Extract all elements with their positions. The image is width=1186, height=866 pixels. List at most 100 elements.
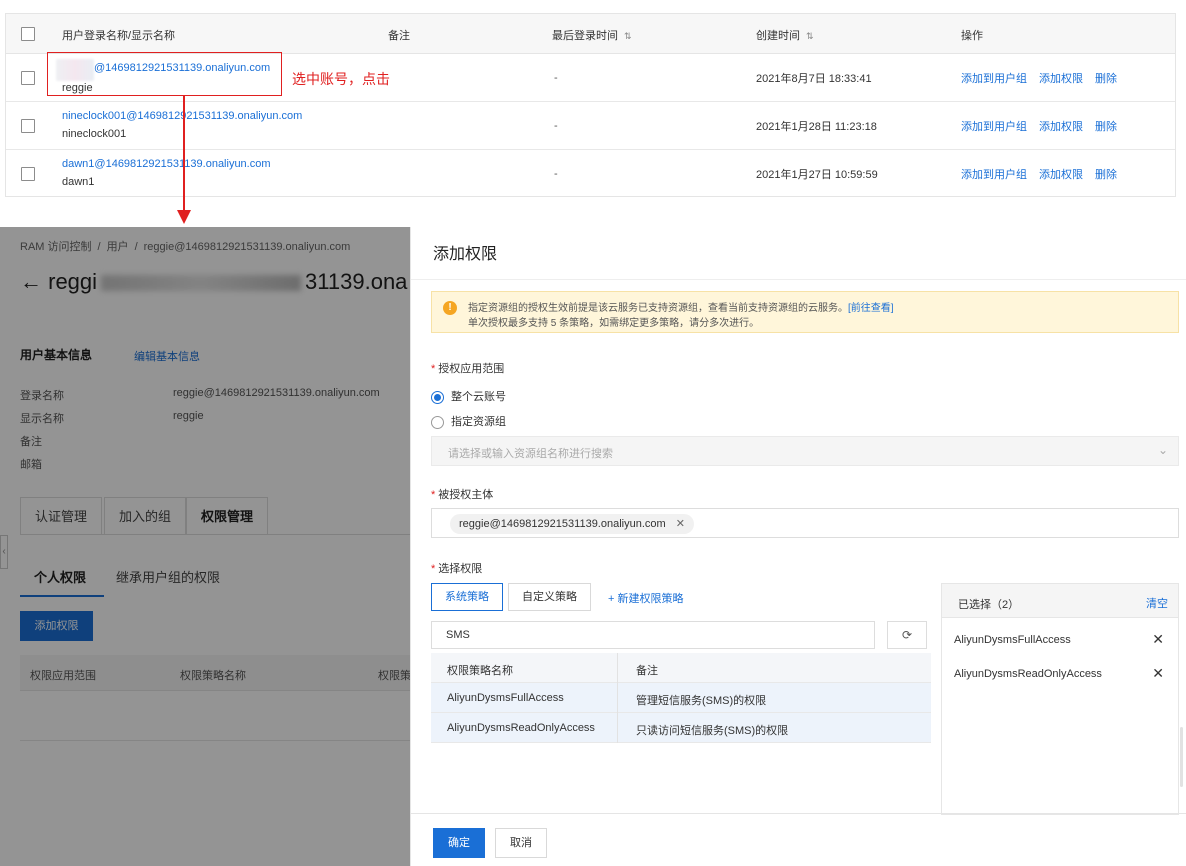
add-to-group-link[interactable]: 添加到用户组 [961, 73, 1027, 85]
remove-icon[interactable]: ✕ [1152, 631, 1164, 648]
users-table: 用户登录名称/显示名称 备注 最后登录时间 ⇅ 创建时间 ⇅ 操作 @1469812… [5, 13, 1176, 197]
created-value: 2021年1月27日 10:59:59 [756, 169, 878, 181]
row-checkbox[interactable] [21, 71, 35, 85]
notice-banner: ! 指定资源组的授权生效前提是该云服务已支持资源组，查看当前支持资源组的云服务。… [431, 291, 1179, 333]
principal-label: * 被授权主体 [431, 486, 493, 502]
remove-tag-icon[interactable]: ✕ [676, 518, 685, 530]
col-header-created[interactable]: 创建时间 ⇅ [756, 27, 814, 43]
highlight-box [47, 52, 282, 96]
remove-icon[interactable]: ✕ [1152, 665, 1164, 682]
last-login-value: - [554, 120, 558, 132]
policy-search-value: SMS [446, 629, 470, 641]
annotation-arrow-line [183, 96, 185, 212]
last-login-value: - [554, 168, 558, 180]
user-display-name: nineclock001 [62, 128, 127, 140]
scope-option-account[interactable]: 整个云账号 [431, 388, 506, 404]
scope-label-text: 授权应用范围 [438, 363, 505, 375]
radio-icon[interactable] [431, 415, 444, 429]
table-row: nineclock001@1469812921531139.onaliyun.c… [6, 102, 1175, 150]
scope-label: * 授权应用范围 [431, 360, 504, 376]
required-mark-icon: * [431, 489, 436, 501]
column-divider [617, 653, 618, 683]
divider [411, 279, 1186, 280]
created-value: 2021年1月28日 11:23:18 [756, 121, 877, 133]
row-checkbox[interactable] [21, 119, 35, 133]
required-mark-icon: * [431, 563, 436, 575]
policy-label-text: 选择权限 [438, 563, 483, 575]
modal-overlay[interactable] [0, 227, 410, 866]
chevron-down-icon: ⌄ [1157, 443, 1168, 457]
policy-row[interactable]: AliyunDysmsReadOnlyAccess 只读访问短信服务(SMS)的… [431, 713, 931, 743]
policy-name: AliyunDysmsFullAccess [447, 692, 564, 704]
refresh-icon[interactable]: ⟳ [887, 621, 927, 649]
divider [411, 813, 1186, 814]
notice-link[interactable]: [前往查看] [848, 303, 894, 314]
sort-icon[interactable]: ⇅ [806, 31, 814, 41]
tab-custom-policy[interactable]: 自定义策略 [508, 583, 591, 611]
policy-label: * 选择权限 [431, 560, 482, 576]
user-login-link[interactable]: dawn1@1469812921531139.onaliyun.com [62, 158, 271, 170]
scope-option-label: 整个云账号 [451, 391, 506, 403]
user-display-name: dawn1 [62, 176, 95, 188]
delete-link[interactable]: 删除 [1095, 169, 1117, 181]
principal-tag-text: reggie@1469812921531139.onaliyun.com [459, 518, 666, 530]
policy-note: 只读访问短信服务(SMS)的权限 [636, 725, 789, 737]
selected-count-title: 已选择（2） [958, 599, 1020, 611]
tab-system-policy[interactable]: 系统策略 [431, 583, 503, 611]
drawer-title: 添加权限 [433, 246, 498, 263]
delete-link[interactable]: 删除 [1095, 73, 1117, 85]
annotation-arrow-icon [177, 210, 191, 224]
add-to-group-link[interactable]: 添加到用户组 [961, 169, 1027, 181]
scrollbar[interactable] [1180, 727, 1183, 787]
column-divider [617, 713, 618, 743]
radio-selected-icon[interactable] [431, 390, 444, 404]
required-mark-icon: * [431, 363, 436, 375]
column-divider [617, 683, 618, 713]
principal-tag: reggie@1469812921531139.onaliyun.com ✕ [450, 514, 694, 534]
resource-group-select[interactable]: 请选择或输入资源组名称进行搜索 ⌄ [431, 436, 1179, 466]
table-row: dawn1@1469812921531139.onaliyun.com dawn… [6, 150, 1175, 198]
notice-text: 指定资源组的授权生效前提是该云服务已支持资源组，查看当前支持资源组的云服务。 [468, 303, 848, 314]
row-checkbox[interactable] [21, 167, 35, 181]
policy-row[interactable]: AliyunDysmsFullAccess 管理短信服务(SMS)的权限 [431, 683, 931, 713]
principal-field[interactable]: reggie@1469812921531139.onaliyun.com ✕ [431, 508, 1179, 538]
col-header-last-login-label: 最后登录时间 [552, 30, 618, 42]
policy-table-header: 权限策略名称 备注 [431, 653, 931, 683]
new-policy-link[interactable]: + 新建权限策略 [608, 590, 683, 606]
scope-option-resource-group[interactable]: 指定资源组 [431, 413, 506, 429]
clear-selection-link[interactable]: 清空 [1146, 595, 1168, 611]
select-all-checkbox[interactable] [21, 27, 35, 41]
policy-name: AliyunDysmsReadOnlyAccess [447, 722, 595, 734]
warning-icon: ! [443, 301, 457, 315]
notice-line-1: 指定资源组的授权生效前提是该云服务已支持资源组，查看当前支持资源组的云服务。[前… [468, 299, 894, 314]
col-header: 备注 [636, 665, 658, 677]
last-login-value: - [554, 72, 558, 84]
add-permission-drawer: 添加权限 ! 指定资源组的授权生效前提是该云服务已支持资源组，查看当前支持资源组… [410, 227, 1186, 866]
annotation-note: 选中账号，点击 [292, 71, 390, 87]
confirm-button[interactable]: 确定 [433, 828, 485, 858]
delete-link[interactable]: 删除 [1095, 121, 1117, 133]
created-value: 2021年8月7日 18:33:41 [756, 73, 872, 85]
row-actions: 添加到用户组 添加权限 删除 [961, 70, 1129, 86]
policy-search-input[interactable]: SMS [431, 621, 875, 649]
selected-policy-item: AliyunDysmsFullAccess [954, 634, 1071, 646]
policy-note: 管理短信服务(SMS)的权限 [636, 695, 767, 707]
add-permission-link[interactable]: 添加权限 [1039, 121, 1083, 133]
add-permission-link[interactable]: 添加权限 [1039, 169, 1083, 181]
add-to-group-link[interactable]: 添加到用户组 [961, 121, 1027, 133]
selected-panel-header: 已选择（2） 清空 [942, 584, 1178, 618]
selected-policy-item: AliyunDysmsReadOnlyAccess [954, 668, 1102, 680]
sort-icon[interactable]: ⇅ [624, 31, 632, 41]
col-header-last-login[interactable]: 最后登录时间 ⇅ [552, 27, 632, 43]
col-header-actions: 操作 [961, 30, 983, 42]
scope-option-label: 指定资源组 [451, 416, 506, 428]
col-header: 权限策略名称 [447, 665, 513, 677]
row-actions: 添加到用户组 添加权限 删除 [961, 118, 1129, 134]
selected-policies-panel: 已选择（2） 清空 AliyunDysmsFullAccess ✕ Aliyun… [941, 583, 1179, 815]
row-actions: 添加到用户组 添加权限 删除 [961, 166, 1129, 182]
col-header-name: 用户登录名称/显示名称 [62, 30, 176, 42]
resource-group-placeholder: 请选择或输入资源组名称进行搜索 [448, 448, 613, 460]
cancel-button[interactable]: 取消 [495, 828, 547, 858]
add-permission-link[interactable]: 添加权限 [1039, 73, 1083, 85]
notice-line-2: 单次授权最多支持 5 条策略，如需绑定更多策略，请分多次进行。 [468, 318, 760, 329]
